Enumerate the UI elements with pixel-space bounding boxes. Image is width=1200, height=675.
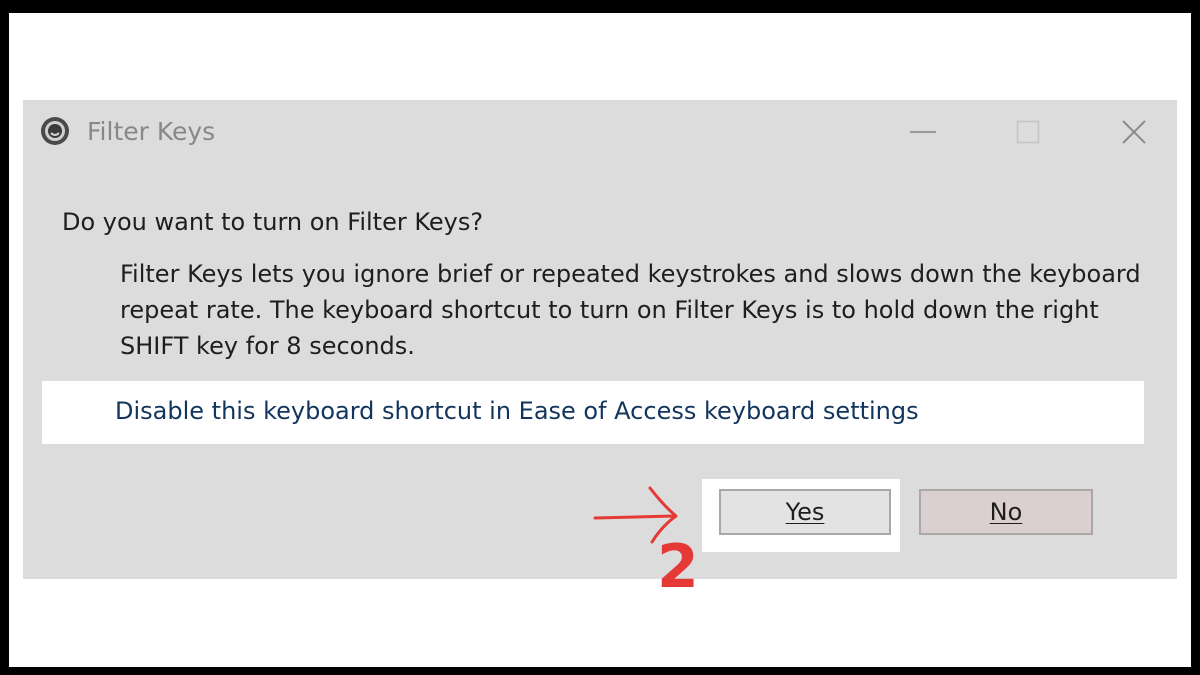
yes-button-label: Yes: [785, 498, 825, 526]
disable-shortcut-link[interactable]: Disable this keyboard shortcut in Ease o…: [115, 395, 919, 427]
title-bar: Filter Keys: [23, 100, 1177, 164]
dialog-question: Do you want to turn on Filter Keys?: [62, 208, 484, 236]
maximize-icon: [1016, 120, 1040, 144]
yes-button[interactable]: Yes: [719, 489, 891, 535]
no-button-label: No: [989, 498, 1023, 526]
close-button[interactable]: [1110, 110, 1158, 154]
dialog-title: Filter Keys: [87, 117, 216, 146]
accessibility-clock-icon: [40, 116, 70, 146]
step-number: 2: [657, 532, 699, 602]
link-panel: Disable this keyboard shortcut in Ease o…: [42, 381, 1144, 444]
minimize-button[interactable]: [899, 110, 947, 154]
close-icon: [1122, 120, 1146, 144]
no-button[interactable]: No: [919, 489, 1093, 535]
maximize-button[interactable]: [1004, 110, 1052, 154]
minimize-icon: [910, 131, 936, 133]
dialog-description: Filter Keys lets you ignore brief or rep…: [120, 260, 1141, 360]
